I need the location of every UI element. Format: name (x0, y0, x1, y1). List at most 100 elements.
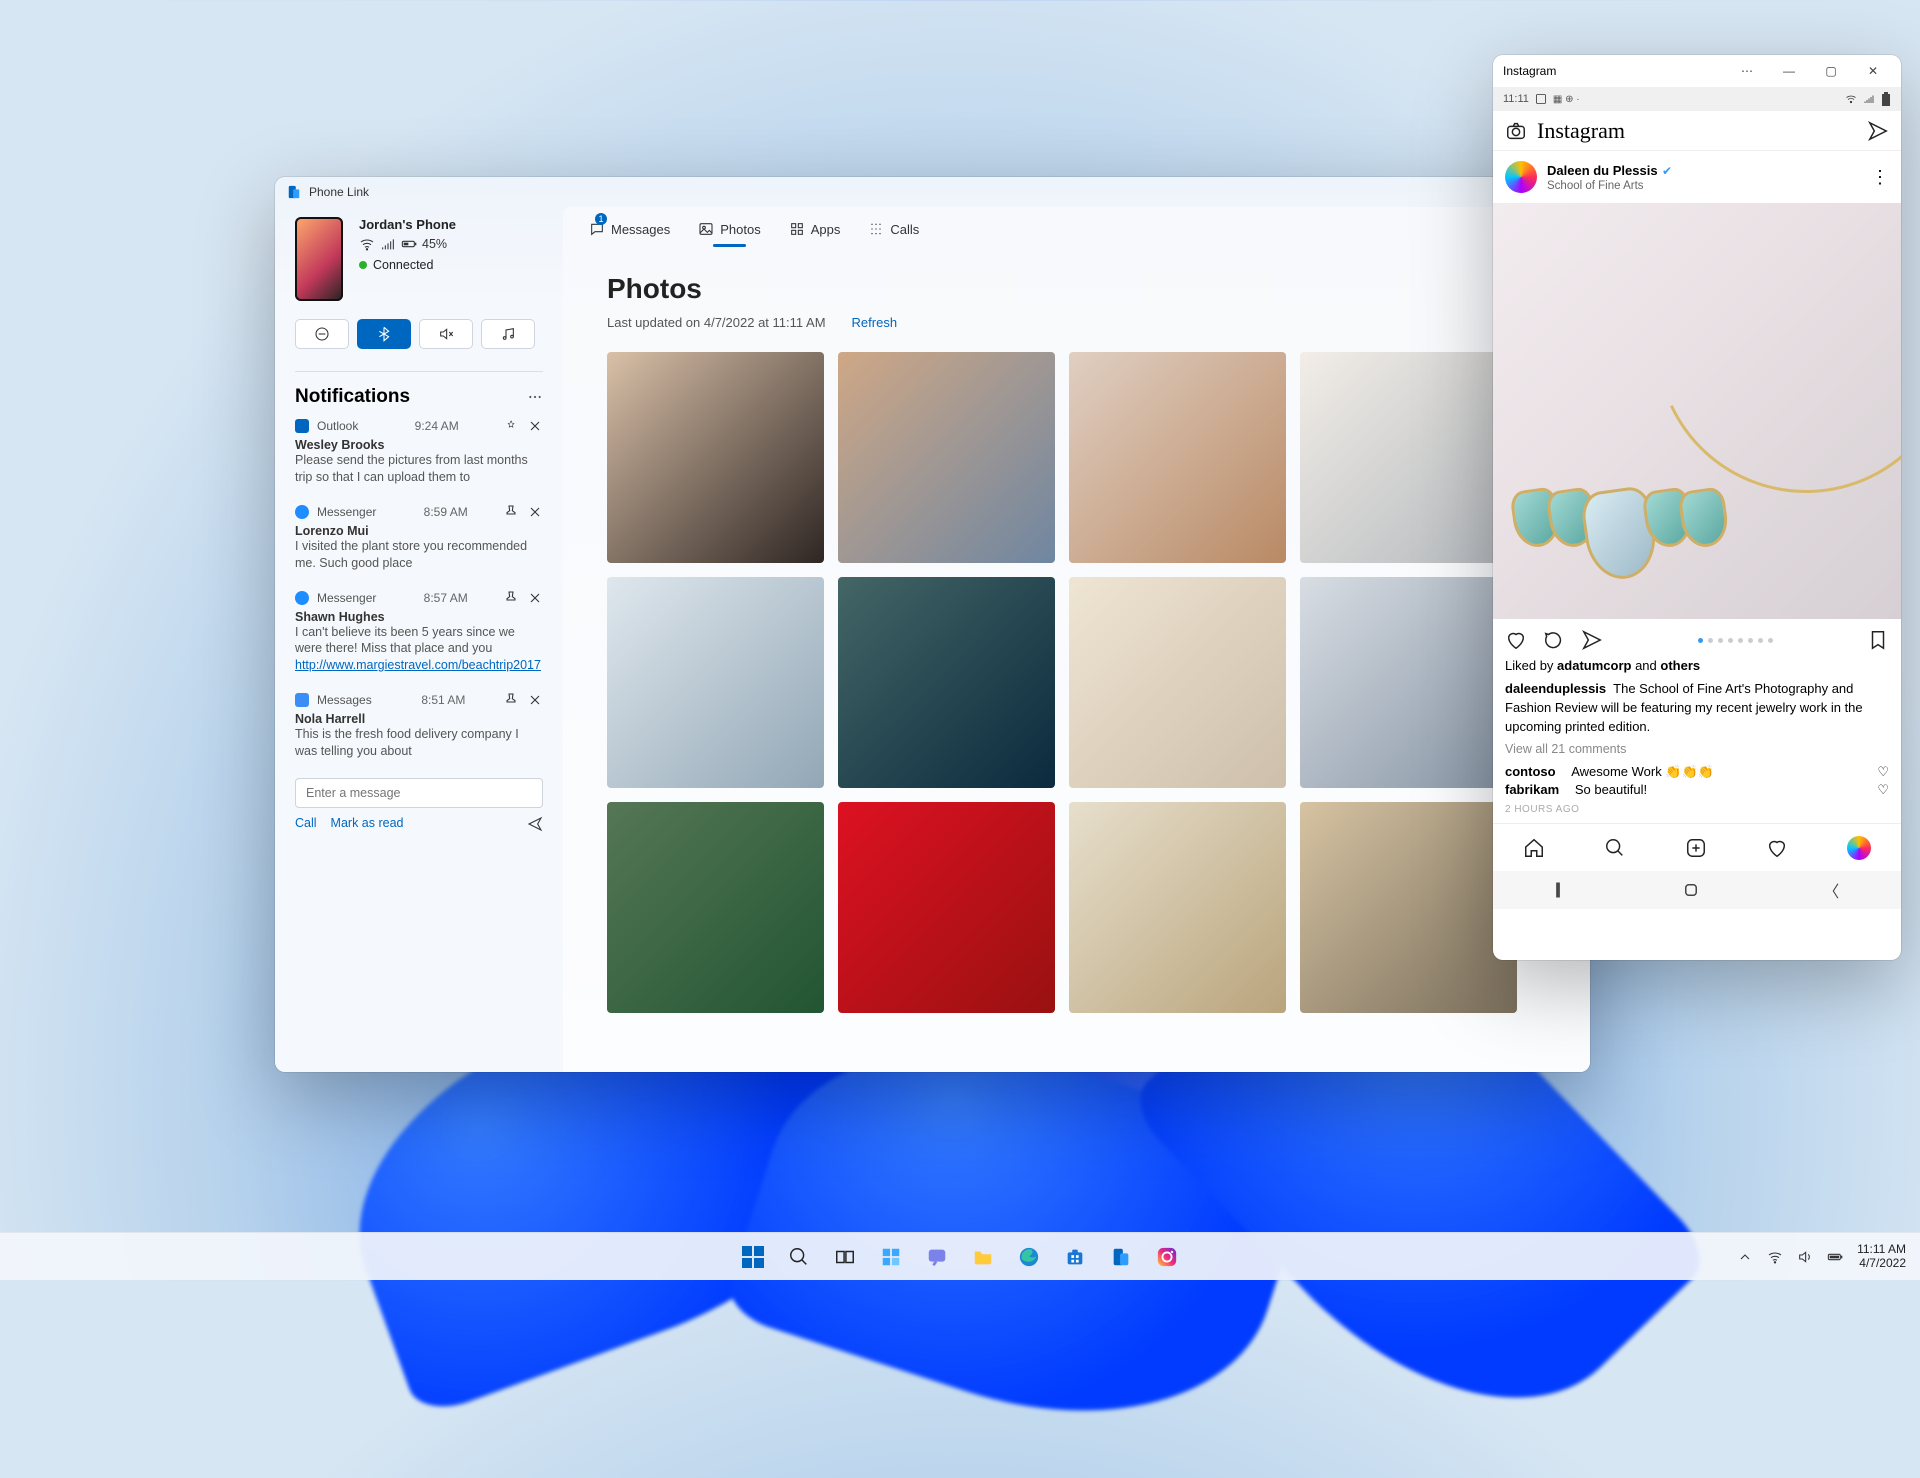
phone-link-taskbar-button[interactable] (1102, 1238, 1140, 1276)
battery-icon[interactable] (1827, 1249, 1843, 1265)
explorer-button[interactable] (964, 1238, 1002, 1276)
wifi-icon[interactable] (1767, 1249, 1783, 1265)
photo-thumbnail[interactable] (838, 352, 1055, 563)
back-nav-icon[interactable]: 〈 (1823, 878, 1839, 902)
photo-thumbnail[interactable] (1300, 352, 1517, 563)
new-post-tab-icon[interactable] (1685, 837, 1707, 859)
like-comment-icon[interactable]: ♡ (1877, 781, 1889, 800)
close-icon[interactable] (527, 504, 543, 520)
recent-apps-icon[interactable]: ||| (1555, 881, 1558, 899)
photo-thumbnail[interactable] (1300, 802, 1517, 1013)
liked-by[interactable]: Liked by adatumcorp and others (1505, 657, 1889, 676)
taskbar-clock[interactable]: 11:11 AM 4/7/2022 (1857, 1243, 1906, 1271)
tab-photos[interactable]: Photos (696, 215, 762, 247)
camera-icon[interactable] (1505, 120, 1527, 142)
send-action[interactable] (527, 816, 543, 832)
profile-tab-icon[interactable] (1847, 836, 1871, 860)
messenger-icon (295, 591, 309, 605)
close-icon[interactable] (527, 418, 543, 434)
pin-icon[interactable] (503, 504, 519, 520)
photo-thumbnail[interactable] (838, 577, 1055, 788)
android-nav-bar: ||| 〈 (1493, 871, 1901, 909)
photo-thumbnail[interactable] (607, 802, 824, 1013)
photo-thumbnail[interactable] (607, 352, 824, 563)
search-button[interactable] (780, 1238, 818, 1276)
comment-icon[interactable] (1543, 629, 1565, 651)
mark-read-action[interactable]: Mark as read (331, 816, 404, 832)
store-button[interactable] (1056, 1238, 1094, 1276)
minimize-button[interactable]: — (1771, 59, 1807, 83)
bluetooth-toggle[interactable] (357, 319, 411, 349)
photo-thumbnail[interactable] (1069, 802, 1286, 1013)
phone-link-sidebar: Jordan's Phone 45% Connected (275, 207, 563, 1072)
more-window-icon[interactable]: ⋯ (1729, 59, 1765, 83)
tab-calls[interactable]: Calls (866, 215, 921, 247)
refresh-link[interactable]: Refresh (852, 315, 898, 330)
notification-item[interactable]: Outlook 9:24 AM Wesley Brooks Please sen… (295, 418, 543, 486)
photo-thumbnail[interactable] (1069, 577, 1286, 788)
more-icon[interactable] (527, 389, 543, 405)
notification-link[interactable]: http://www.margiestravel.com/beachtrip20… (295, 658, 541, 672)
like-icon[interactable] (1505, 629, 1527, 651)
pin-icon[interactable] (503, 418, 519, 434)
post-more-icon[interactable]: ⋮ (1871, 167, 1889, 188)
photos-tab-icon (698, 221, 714, 237)
photo-thumbnail[interactable] (1069, 352, 1286, 563)
android-status-bar: 11:11 ▦ ⊕ · (1493, 87, 1901, 111)
instagram-titlebar[interactable]: Instagram ⋯ — ▢ ✕ (1493, 55, 1901, 87)
maximize-button[interactable]: ▢ (1813, 59, 1849, 83)
close-button[interactable]: ✕ (1855, 59, 1891, 83)
volume-mute-icon (438, 326, 454, 342)
home-tab-icon[interactable] (1523, 837, 1545, 859)
photo-thumbnail[interactable] (1300, 577, 1517, 788)
volume-icon[interactable] (1797, 1249, 1813, 1265)
search-tab-icon[interactable] (1604, 837, 1626, 859)
chevron-up-icon[interactable] (1737, 1249, 1753, 1265)
pin-icon[interactable] (503, 590, 519, 606)
notification-item[interactable]: Messages 8:51 AM Nola Harrell This is th… (295, 692, 543, 760)
tab-messages[interactable]: 1 Messages (587, 215, 672, 247)
home-nav-icon[interactable] (1682, 881, 1700, 899)
post-image[interactable] (1493, 203, 1901, 619)
photo-thumbnail[interactable] (607, 577, 824, 788)
activity-tab-icon[interactable] (1766, 837, 1788, 859)
device-status-row: 45% (359, 236, 456, 252)
notification-item[interactable]: Messenger 8:57 AM Shawn Hughes I can't b… (295, 590, 543, 675)
comment[interactable]: contoso Awesome Work 👏👏👏♡ (1505, 763, 1889, 782)
pin-icon[interactable] (503, 692, 519, 708)
view-comments[interactable]: View all 21 comments (1505, 740, 1889, 758)
post-time: 2 HOURS AGO (1493, 800, 1901, 823)
phone-link-window: Phone Link Jordan's Phone 45% Connected (275, 177, 1590, 1072)
post-location[interactable]: School of Fine Arts (1547, 180, 1672, 192)
device-thumbnail[interactable] (295, 217, 343, 301)
notification-list: Outlook 9:24 AM Wesley Brooks Please sen… (295, 418, 543, 1056)
volume-toggle[interactable] (419, 319, 473, 349)
battery-icon (401, 236, 417, 252)
start-button[interactable] (734, 1238, 772, 1276)
reply-input[interactable] (295, 778, 543, 808)
task-view-icon (834, 1246, 856, 1268)
close-icon[interactable] (527, 590, 543, 606)
task-view-button[interactable] (826, 1238, 864, 1276)
instagram-taskbar-button[interactable] (1148, 1238, 1186, 1276)
notification-item[interactable]: Messenger 8:59 AM Lorenzo Mui I visited … (295, 504, 543, 572)
like-comment-icon[interactable]: ♡ (1877, 763, 1889, 782)
send-dm-icon[interactable] (1867, 120, 1889, 142)
dnd-toggle[interactable] (295, 319, 349, 349)
phone-link-titlebar[interactable]: Phone Link (275, 177, 1590, 207)
wifi-icon (359, 236, 375, 252)
share-icon[interactable] (1581, 629, 1603, 651)
post-username[interactable]: Daleen du Plessis (1547, 163, 1658, 178)
chat-button[interactable] (918, 1238, 956, 1276)
tab-apps[interactable]: Apps (787, 215, 843, 247)
photo-thumbnail[interactable] (838, 802, 1055, 1013)
edge-button[interactable] (1010, 1238, 1048, 1276)
music-toggle[interactable] (481, 319, 535, 349)
close-icon[interactable] (527, 692, 543, 708)
bookmark-icon[interactable] (1867, 629, 1889, 651)
connection-status: Connected (359, 258, 456, 272)
widgets-button[interactable] (872, 1238, 910, 1276)
comment[interactable]: fabrikam So beautiful!♡ (1505, 781, 1889, 800)
call-action[interactable]: Call (295, 816, 317, 832)
post-avatar[interactable] (1505, 161, 1537, 193)
